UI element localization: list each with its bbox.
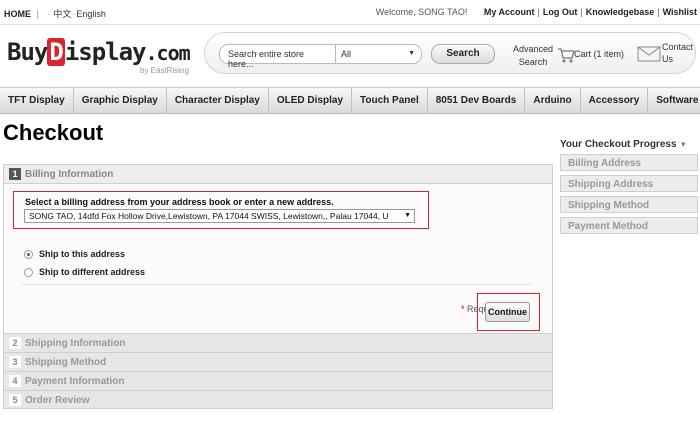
step-number: 2 [9, 337, 21, 349]
progress-item-billing-address: Billing Address [560, 154, 698, 171]
top-left-links: HOME | · 中文·English [4, 7, 106, 20]
nav-item-touch-panel[interactable]: Touch Panel [352, 88, 428, 113]
billing-step-body: Select a billing address from your addre… [3, 183, 553, 333]
divider [0, 24, 700, 25]
step-label: Order Review [25, 395, 90, 406]
advanced-search-link[interactable]: Advanced Search [507, 43, 559, 69]
divider [22, 284, 532, 285]
step-number: 3 [9, 356, 21, 368]
divider [3, 408, 553, 409]
search-category-value: All [341, 49, 352, 59]
billing-address-select[interactable]: SONG TAO, 14dfd Fox Hollow Drive,Lewisto… [24, 209, 415, 223]
top-bar: HOME | · 中文·English Welcome, SONG TAO! My… [0, 0, 700, 24]
logo-d: D [47, 38, 65, 66]
step-shipping-method[interactable]: 3 Shipping Method [3, 352, 553, 371]
step-shipping-information[interactable]: 2 Shipping Information [3, 333, 553, 352]
step-payment-information[interactable]: 4 Payment Information [3, 371, 553, 390]
search-input[interactable]: Search entire store here... [219, 44, 336, 69]
cart-link[interactable]: Cart (1 item) [557, 45, 627, 65]
cart-label: Cart (1 item) [574, 49, 625, 59]
billing-address-value: SONG TAO, 14dfd Fox Hollow Drive,Lewisto… [29, 211, 389, 221]
radio-button[interactable] [24, 268, 33, 277]
separator: | [36, 9, 39, 19]
site-logo[interactable]: BuyDisplay.com by EastRising [7, 38, 191, 75]
page-title: Checkout [3, 120, 104, 145]
step-order-review[interactable]: 5 Order Review [3, 390, 553, 409]
nav-item-arduino[interactable]: Arduino [525, 88, 581, 113]
ship-to-different-address-label: Ship to different address [39, 267, 146, 277]
wishlist-link[interactable]: Wishlist [663, 7, 697, 17]
progress-item-shipping-address: Shipping Address [560, 175, 698, 192]
checkout-steps: 1 Billing Information Select a billing a… [3, 164, 553, 409]
nav-item-software[interactable]: Software [648, 88, 700, 113]
dot: · [47, 9, 51, 19]
nav-item-tft-display[interactable]: TFT Display [0, 88, 74, 113]
cart-icon [558, 48, 575, 63]
home-link[interactable]: HOME [4, 9, 31, 19]
step-label: Billing Information [25, 169, 114, 180]
step-number: 5 [9, 394, 21, 406]
contact-us-label: Contact Us [662, 42, 694, 64]
top-right-links: Welcome, SONG TAO! My Account | Log Out | Kn… [376, 7, 697, 17]
separator: | [657, 7, 660, 17]
log-out-link[interactable]: Log Out [543, 7, 578, 17]
progress-item-shipping-method: Shipping Method [560, 196, 698, 213]
my-account-link[interactable]: My Account [484, 7, 535, 17]
separator: | [580, 7, 583, 17]
welcome-message: Welcome, SONG TAO! [375, 7, 468, 17]
step-number: 1 [9, 168, 21, 180]
checkout-progress-title: Your Checkout Progress ▼ [560, 139, 698, 150]
main-nav: TFT Display Graphic Display Character Di… [0, 87, 700, 114]
advanced-search-label: Search [518, 57, 548, 67]
chevron-down-icon: ▼ [402, 212, 411, 219]
billing-address-highlight: Select a billing address from your addre… [13, 191, 429, 229]
nav-item-oled-display[interactable]: OLED Display [269, 88, 353, 113]
nav-item-accessory[interactable]: Accessory [581, 88, 649, 113]
search-category-select[interactable]: All ▼ [336, 44, 422, 64]
checkout-progress-title-text: Your Checkout Progress [560, 139, 677, 150]
logo-byline: by EastRising [140, 66, 189, 75]
nav-item-graphic-display[interactable]: Graphic Display [74, 88, 167, 113]
continue-highlight: Continue [477, 293, 540, 331]
contact-us-link[interactable]: Contact Us [637, 41, 693, 69]
search-panel: Search entire store here... All ▼ Search… [204, 32, 696, 74]
knowledgebase-link[interactable]: Knowledgebase [586, 7, 655, 17]
caret-down-icon: ▼ [679, 140, 688, 149]
step-label: Shipping Information [25, 338, 126, 349]
billing-form: Select a billing address from your addre… [4, 184, 552, 333]
billing-address-prompt: Select a billing address from your addre… [25, 197, 334, 207]
search-button[interactable]: Search [431, 44, 495, 64]
chevron-down-icon: ▼ [408, 50, 415, 57]
advanced-search-label: Advanced [512, 44, 554, 54]
envelope-icon [637, 46, 661, 62]
logo-part: .com [145, 41, 191, 65]
ship-to-this-address-label: Ship to this address [39, 249, 126, 259]
step-billing-information[interactable]: 1 Billing Information [3, 164, 553, 183]
step-label: Shipping Method [25, 357, 107, 368]
progress-item-payment-method: Payment Method [560, 217, 698, 234]
checkout-progress-sidebar: Your Checkout Progress ▼ Billing Address… [560, 139, 698, 238]
dot: · [72, 9, 76, 19]
radio-button-selected[interactable] [24, 250, 33, 259]
lang-english-link[interactable]: English [76, 9, 106, 19]
logo-part: isplay [64, 38, 147, 66]
nav-item-character-display[interactable]: Character Display [167, 88, 269, 113]
step-label: Payment Information [25, 376, 125, 387]
required-star: * [460, 304, 465, 314]
lang-chinese-link[interactable]: 中文 [53, 9, 71, 19]
nav-item-8051-dev-boards[interactable]: 8051 Dev Boards [428, 88, 526, 113]
step-number: 4 [9, 375, 21, 387]
separator: | [537, 7, 540, 17]
logo-text: BuyDisplay.com [7, 38, 191, 66]
logo-part: Buy [7, 38, 48, 66]
continue-button[interactable]: Continue [485, 302, 530, 322]
